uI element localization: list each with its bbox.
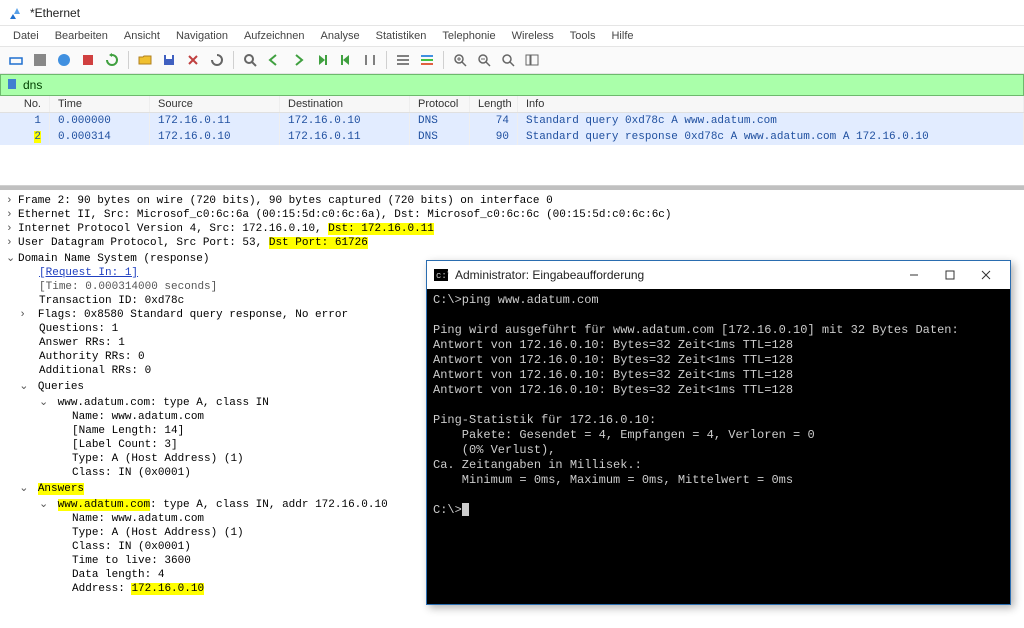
separator: [386, 51, 387, 69]
detail-udp[interactable]: ›User Datagram Protocol, Src Port: 53, D…: [0, 236, 1024, 250]
packet-row[interactable]: 2 0.000314 172.16.0.10 172.16.0.11 DNS 9…: [0, 129, 1024, 145]
separator: [128, 51, 129, 69]
title-bar: *Ethernet: [0, 0, 1024, 26]
resize-columns-icon[interactable]: [522, 50, 542, 70]
menu-analyse[interactable]: Analyse: [314, 28, 367, 44]
menu-wireless[interactable]: Wireless: [505, 28, 561, 44]
packet-list: No. Time Source Destination Protocol Len…: [0, 96, 1024, 186]
collapse-icon[interactable]: ⌄: [39, 395, 51, 409]
maximize-button[interactable]: [932, 261, 968, 289]
collapse-icon[interactable]: ⌄: [19, 481, 31, 495]
menu-datei[interactable]: Datei: [6, 28, 46, 44]
interfaces-icon[interactable]: [6, 50, 26, 70]
packet-list-header: No. Time Source Destination Protocol Len…: [0, 96, 1024, 113]
col-length[interactable]: Length: [470, 96, 518, 112]
cell-info: Standard query response 0xd78c A www.ada…: [518, 129, 1024, 145]
menu-bar: Datei Bearbeiten Ansicht Navigation Aufz…: [0, 26, 1024, 46]
colorize-icon[interactable]: [417, 50, 437, 70]
reload-icon[interactable]: [207, 50, 227, 70]
display-filter-input[interactable]: [23, 78, 1019, 92]
menu-navigation[interactable]: Navigation: [169, 28, 235, 44]
open-icon[interactable]: [135, 50, 155, 70]
separator: [233, 51, 234, 69]
close-button[interactable]: [968, 261, 1004, 289]
cell-time: 0.000314: [50, 129, 150, 145]
col-no[interactable]: No.: [0, 96, 50, 112]
cell-proto: DNS: [410, 113, 470, 129]
menu-hilfe[interactable]: Hilfe: [604, 28, 640, 44]
menu-ansicht[interactable]: Ansicht: [117, 28, 167, 44]
cmd-window[interactable]: c:\ Administrator: Eingabeaufforderung C…: [426, 260, 1011, 605]
cell-proto: DNS: [410, 129, 470, 145]
expand-icon[interactable]: ›: [6, 209, 18, 221]
collapse-icon[interactable]: ⌄: [39, 497, 51, 511]
cmd-icon: c:\: [433, 267, 449, 283]
find-icon[interactable]: [240, 50, 260, 70]
toolbar: [0, 46, 1024, 74]
stop-icon[interactable]: [78, 50, 98, 70]
menu-statistiken[interactable]: Statistiken: [369, 28, 434, 44]
menu-aufzeichnen[interactable]: Aufzeichnen: [237, 28, 312, 44]
menu-bearbeiten[interactable]: Bearbeiten: [48, 28, 115, 44]
packet-row[interactable]: 1 0.000000 172.16.0.11 172.16.0.10 DNS 7…: [0, 113, 1024, 129]
jump-icon[interactable]: [312, 50, 332, 70]
collapse-icon[interactable]: ⌄: [6, 251, 18, 265]
first-icon[interactable]: [336, 50, 356, 70]
col-source[interactable]: Source: [150, 96, 280, 112]
restart-icon[interactable]: [102, 50, 122, 70]
detail-ip[interactable]: ›Internet Protocol Version 4, Src: 172.1…: [0, 222, 1024, 236]
zoom-reset-icon[interactable]: [498, 50, 518, 70]
last-icon[interactable]: [360, 50, 380, 70]
expand-icon[interactable]: ›: [19, 309, 31, 321]
save-icon[interactable]: [159, 50, 179, 70]
cell-no: 1: [0, 113, 50, 129]
bookmark-icon[interactable]: [5, 77, 19, 94]
next-icon[interactable]: [288, 50, 308, 70]
options-icon[interactable]: [30, 50, 50, 70]
minimize-button[interactable]: [896, 261, 932, 289]
cell-dst: 172.16.0.10: [280, 113, 410, 129]
expand-icon[interactable]: ›: [6, 195, 18, 207]
cmd-output[interactable]: C:\>ping www.adatum.com Ping wird ausgef…: [427, 289, 1010, 604]
prev-icon[interactable]: [264, 50, 284, 70]
detail-ethernet[interactable]: ›Ethernet II, Src: Microsof_c0:6c:6a (00…: [0, 208, 1024, 222]
col-info[interactable]: Info: [518, 96, 1024, 112]
zoom-out-icon[interactable]: [474, 50, 494, 70]
zoom-in-icon[interactable]: [450, 50, 470, 70]
expand-icon[interactable]: ›: [6, 237, 18, 249]
menu-telephonie[interactable]: Telephonie: [435, 28, 502, 44]
cmd-window-title: Administrator: Eingabeaufforderung: [455, 268, 896, 282]
cell-src: 172.16.0.10: [150, 129, 280, 145]
separator: [443, 51, 444, 69]
detail-frame[interactable]: ›Frame 2: 90 bytes on wire (720 bits), 9…: [0, 194, 1024, 208]
cell-len: 90: [470, 129, 518, 145]
window-title: *Ethernet: [30, 6, 80, 20]
close-icon[interactable]: [183, 50, 203, 70]
cell-len: 74: [470, 113, 518, 129]
cell-src: 172.16.0.11: [150, 113, 280, 129]
svg-text:c:\: c:\: [436, 271, 449, 281]
col-destination[interactable]: Destination: [280, 96, 410, 112]
cell-info: Standard query 0xd78c A www.adatum.com: [518, 113, 1024, 129]
expand-icon[interactable]: ›: [6, 223, 18, 235]
cell-dst: 172.16.0.11: [280, 129, 410, 145]
col-time[interactable]: Time: [50, 96, 150, 112]
menu-tools[interactable]: Tools: [563, 28, 603, 44]
collapse-icon[interactable]: ⌄: [19, 379, 31, 393]
cell-no: 2: [0, 129, 50, 145]
app-icon: [8, 5, 24, 21]
cell-time: 0.000000: [50, 113, 150, 129]
autoscroll-icon[interactable]: [393, 50, 413, 70]
col-protocol[interactable]: Protocol: [410, 96, 470, 112]
start-icon[interactable]: [54, 50, 74, 70]
display-filter-bar[interactable]: [0, 74, 1024, 96]
cmd-title-bar[interactable]: c:\ Administrator: Eingabeaufforderung: [427, 261, 1010, 289]
